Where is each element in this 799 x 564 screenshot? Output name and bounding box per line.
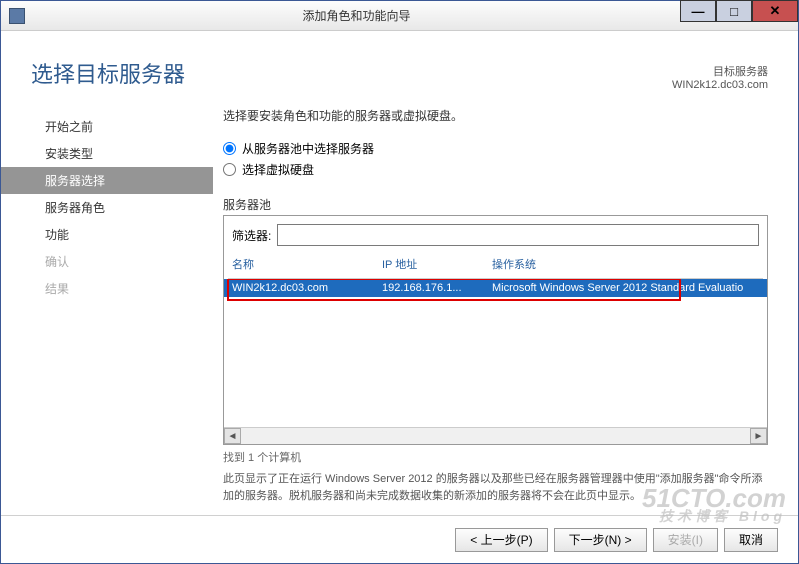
server-table-body: WIN2k12.dc03.com 192.168.176.1... Micros…: [224, 279, 767, 427]
radio-server-pool-label: 从服务器池中选择服务器: [242, 140, 374, 157]
wizard-footer: < 上一步(P) 下一步(N) > 安装(I) 取消: [1, 515, 798, 563]
column-headers: 名称 IP 地址 操作系统: [224, 254, 767, 278]
col-header-ip[interactable]: IP 地址: [382, 256, 492, 272]
col-header-name[interactable]: 名称: [232, 256, 382, 272]
window-controls: — □ ✕: [680, 1, 798, 30]
destination-server: WIN2k12.dc03.com: [672, 79, 768, 91]
install-button: 安装(I): [653, 528, 718, 552]
nav-before-begin[interactable]: 开始之前: [1, 113, 213, 140]
destination-label: 目标服务器: [672, 63, 768, 79]
filter-label: 筛选器:: [232, 227, 271, 244]
page-title: 选择目标服务器: [31, 57, 213, 89]
nav-features[interactable]: 功能: [1, 221, 213, 248]
radio-vhd-input[interactable]: [223, 163, 236, 176]
nav-server-selection[interactable]: 服务器选择: [1, 167, 213, 194]
server-name: WIN2k12.dc03.com: [232, 282, 382, 294]
selection-mode-group: 从服务器池中选择服务器 选择虚拟硬盘: [223, 140, 768, 178]
instruction-text: 选择要安装角色和功能的服务器或虚拟硬盘。: [223, 107, 768, 124]
server-os: Microsoft Windows Server 2012 Standard E…: [492, 282, 759, 294]
col-header-os[interactable]: 操作系统: [492, 256, 759, 272]
server-pool-box: 筛选器: 名称 IP 地址 操作系统 WIN2k12.dc03.com 192.…: [223, 215, 768, 445]
next-button[interactable]: 下一步(N) >: [554, 528, 647, 552]
minimize-button[interactable]: —: [680, 0, 716, 22]
server-pool-label: 服务器池: [223, 196, 768, 213]
left-column: 选择目标服务器 开始之前 安装类型 服务器选择 服务器角色 功能 确认 结果: [1, 37, 213, 515]
scroll-right-icon[interactable]: ►: [750, 428, 767, 444]
close-button[interactable]: ✕: [752, 0, 798, 22]
window-title: 添加角色和功能向导: [33, 7, 680, 24]
server-ip: 192.168.176.1...: [382, 282, 492, 294]
nav-results: 结果: [1, 275, 213, 302]
filter-input[interactable]: [277, 224, 759, 246]
radio-vhd-label: 选择虚拟硬盘: [242, 161, 314, 178]
server-row[interactable]: WIN2k12.dc03.com 192.168.176.1... Micros…: [224, 279, 767, 297]
nav-install-type[interactable]: 安装类型: [1, 140, 213, 167]
found-count: 找到 1 个计算机: [223, 449, 768, 465]
app-icon: [9, 8, 25, 24]
radio-vhd[interactable]: 选择虚拟硬盘: [223, 161, 768, 178]
radio-server-pool-input[interactable]: [223, 142, 236, 155]
filter-row: 筛选器:: [224, 216, 767, 254]
wizard-window: 添加角色和功能向导 — □ ✕ 选择目标服务器 开始之前 安装类型 服务器选择 …: [0, 0, 799, 564]
right-column: 目标服务器 WIN2k12.dc03.com 选择要安装角色和功能的服务器或虚拟…: [213, 37, 798, 515]
nav-server-roles[interactable]: 服务器角色: [1, 194, 213, 221]
radio-server-pool[interactable]: 从服务器池中选择服务器: [223, 140, 768, 157]
horizontal-scrollbar[interactable]: ◄ ►: [224, 427, 767, 444]
prev-button[interactable]: < 上一步(P): [455, 528, 547, 552]
nav-confirm: 确认: [1, 248, 213, 275]
maximize-button[interactable]: □: [716, 0, 752, 22]
cancel-button[interactable]: 取消: [724, 528, 778, 552]
scroll-left-icon[interactable]: ◄: [224, 428, 241, 444]
wizard-nav: 开始之前 安装类型 服务器选择 服务器角色 功能 确认 结果: [1, 113, 213, 302]
content-area: 选择目标服务器 开始之前 安装类型 服务器选择 服务器角色 功能 确认 结果 目…: [1, 31, 798, 515]
info-text: 此页显示了正在运行 Windows Server 2012 的服务器以及那些已经…: [223, 471, 768, 504]
titlebar: 添加角色和功能向导 — □ ✕: [1, 1, 798, 31]
scroll-track[interactable]: [241, 428, 750, 444]
destination-info: 目标服务器 WIN2k12.dc03.com: [672, 63, 768, 91]
